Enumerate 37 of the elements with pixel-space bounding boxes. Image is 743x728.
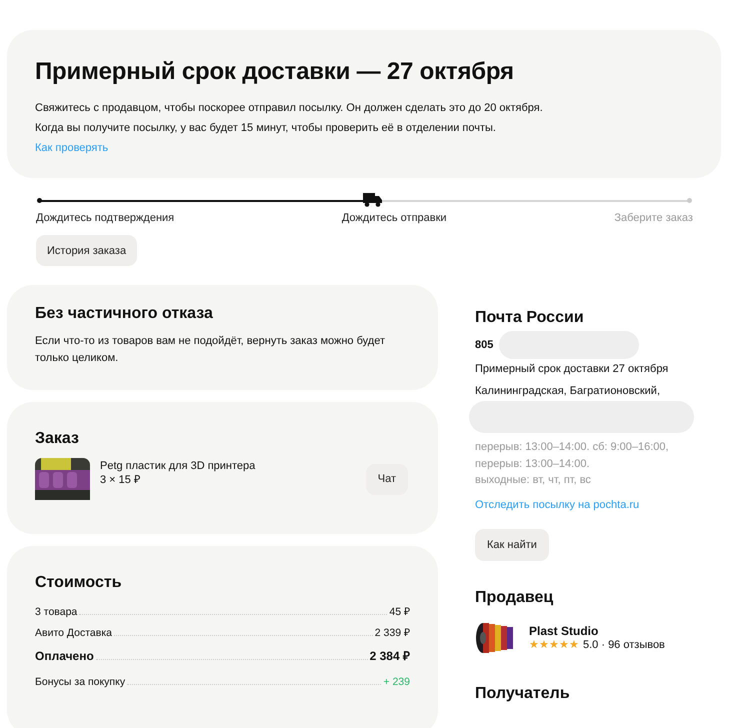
card-title: Стоимость	[35, 574, 123, 592]
post-address: Калининградская, Багратионовский,	[475, 384, 662, 399]
progress-step: Дождитесь подтверждения	[36, 212, 174, 224]
product-name: Petg пластик для 3D принтера	[100, 459, 256, 473]
cost-label: Оплачено	[35, 648, 94, 665]
star-rating: ★★★★★	[529, 638, 579, 651]
product-price: 3 × 15 ₽	[100, 473, 141, 487]
cost-value: 2 384 ₽	[370, 648, 410, 665]
start-dot-icon	[37, 198, 42, 203]
working-hours: перерыв: 13:00–14:00.	[475, 456, 591, 472]
delivery-text: Свяжитесь с продавцом, чтобы поскорее отправил посылку. Он должен сделать это до 20 октября.	[35, 101, 544, 116]
seller-name: Plast Studio	[529, 624, 600, 638]
chat-button[interactable]: Чат	[366, 464, 408, 494]
order-history-button[interactable]: История заказа	[36, 235, 138, 266]
cost-label: Бонусы за покупку	[35, 675, 126, 690]
working-hours: перерыв: 13:00–14:00. сб: 9:00–16:00,	[475, 440, 670, 455]
cost-label: Авито Доставка	[35, 626, 112, 641]
cost-label: 3 товара	[35, 605, 78, 620]
post-office-code: 805	[475, 339, 494, 351]
delivery-estimate: Примерный срок доставки 27 октября	[475, 362, 670, 377]
cost-value: 2 339 ₽	[374, 626, 410, 641]
how-to-find-button[interactable]: Как найти	[475, 528, 549, 560]
delivery-title: Примерный срок доставки — 27 октября	[35, 58, 515, 86]
cost-value: + 239	[383, 675, 410, 690]
card-title: Заказ	[35, 430, 80, 448]
cost-value: 45 ₽	[389, 605, 410, 620]
delivery-text: Когда вы получите посылку, у вас будет 15 минут, чтобы проверить её в отделении почты.	[35, 121, 497, 136]
rating-text: 5.0 · 96 отзывов	[583, 638, 665, 650]
seller-title: Продавец	[475, 588, 554, 606]
card-title: Без частичного отказа	[35, 305, 214, 323]
progress-step: Заберите заказ	[614, 212, 693, 224]
info-text: Если что-то из товаров вам не подойдёт, вернуть заказ можно будет только целиком.	[35, 334, 386, 366]
recipient-title: Получатель	[475, 684, 571, 702]
post-title: Почта России	[475, 309, 585, 327]
progress-step: Дождитесь отправки	[342, 212, 447, 224]
working-hours: выходные: вт, чт, пт, вс	[475, 473, 592, 488]
truck-icon	[362, 193, 382, 207]
